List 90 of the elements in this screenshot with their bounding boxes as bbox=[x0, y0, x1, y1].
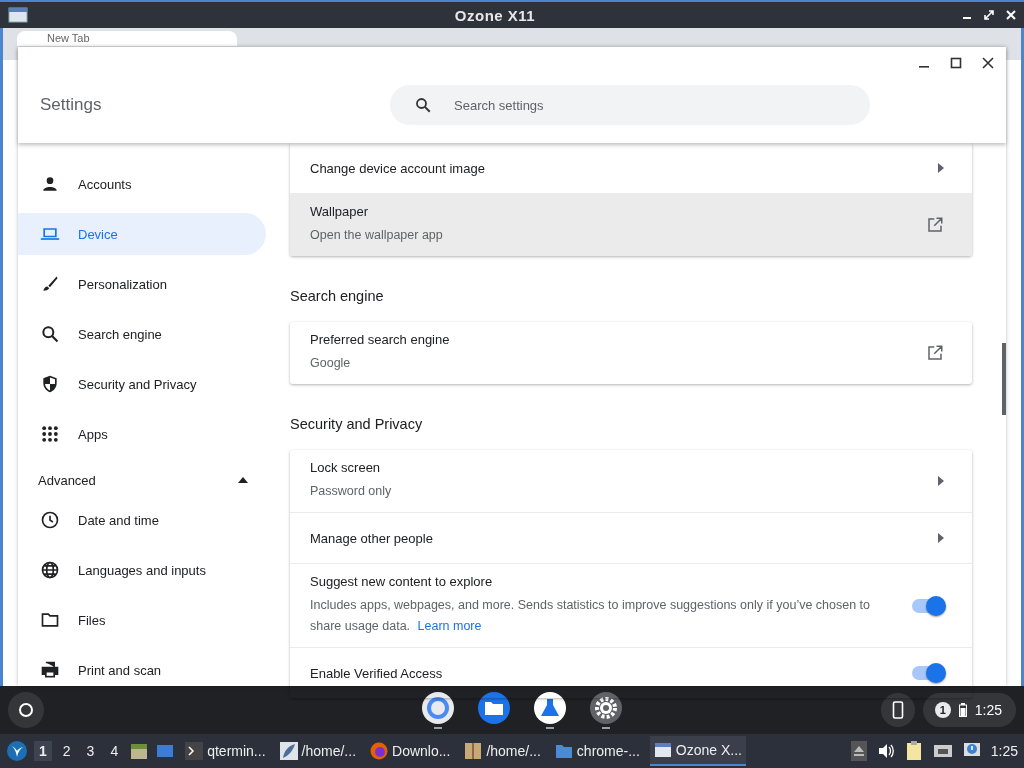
row-title: Suggest new content to explore bbox=[310, 574, 494, 589]
folder-icon[interactable] bbox=[477, 691, 512, 725]
brush-icon bbox=[40, 274, 60, 294]
caret-icon bbox=[238, 477, 248, 483]
folder-icon bbox=[554, 742, 573, 760]
phone-icon[interactable] bbox=[880, 693, 915, 727]
fox-icon bbox=[370, 742, 388, 760]
settings-row[interactable]: Manage other people bbox=[290, 512, 972, 563]
workspace-button[interactable]: 4 bbox=[105, 741, 124, 761]
row-title: Change device account image bbox=[310, 160, 486, 176]
row-title: Lock screen bbox=[310, 460, 382, 475]
eject-icon[interactable] bbox=[850, 741, 867, 761]
sidebar-item[interactable]: Print and scan bbox=[18, 649, 266, 691]
section-heading: Search engine bbox=[290, 287, 385, 306]
sidebar-item[interactable]: Device bbox=[18, 213, 266, 255]
close-icon[interactable] bbox=[982, 57, 994, 69]
settings-title: Settings bbox=[40, 95, 103, 115]
row-description: Password only bbox=[310, 483, 393, 500]
shelf-time: 1:25 bbox=[974, 702, 1002, 718]
arrow-right-icon bbox=[938, 476, 944, 486]
toggle-switch[interactable] bbox=[912, 666, 944, 680]
fullscreen-icon[interactable] bbox=[984, 10, 994, 20]
row-title: Enable Verified Access bbox=[310, 665, 444, 681]
sidebar-item[interactable]: Files bbox=[18, 599, 266, 641]
window-icon bbox=[8, 7, 28, 23]
clock-icon bbox=[40, 510, 60, 530]
window-title: Ozone X11 bbox=[453, 6, 537, 24]
gear-icon[interactable] bbox=[589, 691, 624, 725]
sidebar-item[interactable]: Apps bbox=[18, 413, 266, 455]
taskbar-clock: 1:25 bbox=[990, 743, 1018, 759]
terminal-icon bbox=[185, 742, 204, 760]
taskbar-window-button[interactable]: /home/... bbox=[275, 736, 360, 766]
sidebar-item[interactable]: Languages and inputs bbox=[18, 549, 266, 591]
settings-row[interactable]: Change device account image bbox=[290, 143, 972, 193]
clipboard-icon[interactable] bbox=[904, 741, 923, 761]
grid-icon bbox=[40, 424, 60, 444]
external-link-icon bbox=[926, 344, 944, 362]
sidebar-item[interactable]: Personalization bbox=[18, 263, 266, 305]
row-description: Open the wallpaper app bbox=[310, 227, 444, 244]
learn-more-link[interactable]: Learn more bbox=[417, 619, 482, 633]
maximize-icon[interactable] bbox=[950, 57, 962, 69]
printer-icon bbox=[40, 660, 60, 680]
feather-icon bbox=[279, 742, 298, 760]
taskbar-window-button[interactable]: Downlo... bbox=[366, 736, 455, 766]
notification-count: 1 bbox=[934, 702, 951, 718]
file-manager-icon[interactable] bbox=[129, 741, 150, 761]
status-area[interactable]: 1 1:25 bbox=[922, 693, 1016, 727]
row-description: Google bbox=[310, 355, 352, 372]
sidebar-item[interactable]: Search engine bbox=[18, 313, 266, 355]
taskbar-window-button[interactable]: Ozone X... bbox=[649, 736, 746, 766]
volume-icon[interactable] bbox=[876, 742, 895, 760]
shield-icon bbox=[40, 374, 60, 394]
section-heading: Security and Privacy bbox=[290, 415, 424, 434]
person-icon bbox=[40, 174, 60, 194]
taskbar-window-button[interactable]: chrome-... bbox=[550, 736, 644, 766]
sidebar-item[interactable]: Date and time bbox=[18, 499, 266, 541]
external-link-icon bbox=[926, 216, 944, 234]
settings-row[interactable]: Wallpaper Open the wallpaper app bbox=[290, 193, 972, 256]
taskbar-window-button[interactable]: qtermin... bbox=[181, 736, 270, 766]
sidebar-item[interactable]: Accounts bbox=[18, 163, 266, 205]
toggle-switch[interactable] bbox=[912, 598, 944, 613]
settings-row[interactable]: Preferred search engine Google bbox=[290, 322, 972, 384]
globe-icon bbox=[40, 560, 60, 580]
workspace-button[interactable]: 3 bbox=[81, 741, 100, 761]
search-icon bbox=[414, 96, 432, 114]
advanced-toggle[interactable]: Advanced bbox=[18, 463, 248, 497]
arrow-right-icon bbox=[938, 163, 944, 173]
row-title: Wallpaper bbox=[310, 204, 370, 219]
launcher-icon[interactable] bbox=[8, 692, 44, 728]
box-icon bbox=[464, 742, 483, 760]
browser-icon[interactable] bbox=[421, 691, 456, 725]
workspace-button[interactable]: 1 bbox=[34, 741, 52, 761]
workspace-button[interactable]: 2 bbox=[57, 741, 76, 761]
arrow-right-icon bbox=[938, 533, 944, 543]
folder-icon bbox=[40, 610, 60, 630]
row-title: Preferred search engine bbox=[310, 332, 451, 347]
flask-icon[interactable] bbox=[533, 691, 568, 725]
settings-row[interactable]: Lock screen Password only bbox=[290, 450, 972, 512]
search-icon bbox=[40, 324, 60, 344]
browser-tab[interactable]: New Tab bbox=[17, 31, 237, 46]
settings-row[interactable]: Suggest new content to explore Includes apps, webpages, and more. Sends statistics to improve suggestions only if you’ve chosen to share usage data. Learn more bbox=[290, 563, 972, 647]
row-description: Includes apps, webpages, and more. Sends statistics to improve suggestions only if you’ve chosen to share usage data. Learn more bbox=[310, 597, 872, 635]
window-icon bbox=[653, 741, 672, 759]
search-field[interactable]: Search settings bbox=[390, 85, 870, 125]
network-icon[interactable] bbox=[932, 742, 953, 760]
start-menu-icon[interactable] bbox=[6, 740, 28, 762]
battery-icon bbox=[958, 703, 967, 717]
row-title: Manage other people bbox=[310, 530, 434, 546]
taskbar-window-button[interactable]: /home/... bbox=[460, 736, 545, 766]
sidebar-item[interactable]: Security and Privacy bbox=[18, 363, 266, 405]
